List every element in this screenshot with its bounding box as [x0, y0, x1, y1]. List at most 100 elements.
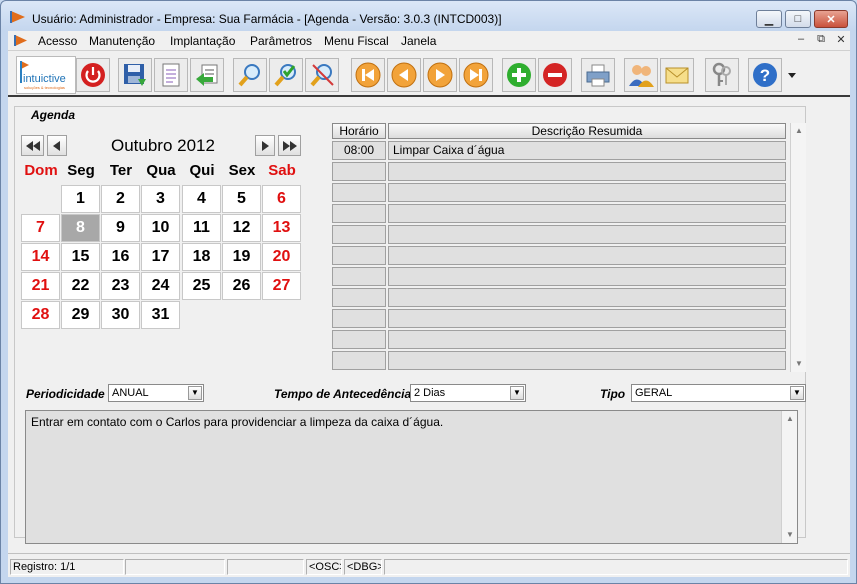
- menu-fiscal[interactable]: Menu Fiscal: [324, 34, 389, 48]
- mdi-minimize-button[interactable]: ‒: [792, 33, 810, 48]
- schedule-time-cell[interactable]: [332, 225, 386, 244]
- periodicidade-select[interactable]: ANUAL ▼: [108, 384, 204, 402]
- calendar-last-button[interactable]: [278, 135, 301, 156]
- notes-textarea[interactable]: Entrar em contato com o Carlos para prov…: [25, 410, 798, 544]
- schedule-time-cell[interactable]: [332, 246, 386, 265]
- title-bar[interactable]: Usuário: Administrador - Empresa: Sua Fa…: [1, 1, 856, 31]
- calendar-day[interactable]: 18: [182, 243, 221, 271]
- calendar-prev-button[interactable]: [47, 135, 67, 156]
- schedule-time-cell[interactable]: [332, 309, 386, 328]
- calendar-first-button[interactable]: [21, 135, 44, 156]
- scroll-down-icon[interactable]: ▼: [782, 527, 798, 543]
- schedule-time-cell[interactable]: [332, 330, 386, 349]
- calendar-day[interactable]: 29: [61, 301, 100, 329]
- schedule-description-cell[interactable]: [388, 351, 786, 370]
- schedule-description-cell[interactable]: [388, 309, 786, 328]
- back-button[interactable]: [190, 58, 224, 92]
- schedule-time-cell[interactable]: [332, 204, 386, 223]
- tipo-select[interactable]: GERAL ▼: [631, 384, 806, 402]
- help-button[interactable]: ?: [748, 58, 782, 92]
- calendar-day[interactable]: 5: [222, 185, 261, 213]
- calendar-day[interactable]: 12: [222, 214, 261, 242]
- schedule-description-cell[interactable]: [388, 288, 786, 307]
- scroll-down-icon[interactable]: ▼: [791, 356, 807, 372]
- calendar-day[interactable]: 9: [101, 214, 140, 242]
- calendar-day[interactable]: 10: [141, 214, 180, 242]
- mdi-close-button[interactable]: ✕: [832, 33, 850, 48]
- mail-button[interactable]: [660, 58, 694, 92]
- minimize-button[interactable]: ▁: [756, 10, 782, 28]
- calendar-day[interactable]: 2: [101, 185, 140, 213]
- schedule-description-cell[interactable]: [388, 204, 786, 223]
- schedule-time-cell[interactable]: [332, 351, 386, 370]
- calendar-day[interactable]: 17: [141, 243, 180, 271]
- calendar-day[interactable]: 25: [182, 272, 221, 300]
- menu-parametros[interactable]: Parâmetros: [250, 34, 312, 48]
- search-button[interactable]: [233, 58, 267, 92]
- antecedencia-select[interactable]: 2 Dias ▼: [410, 384, 526, 402]
- calendar-day[interactable]: 6: [262, 185, 301, 213]
- chevron-down-icon[interactable]: ▼: [510, 386, 524, 400]
- schedule-time-cell[interactable]: [332, 267, 386, 286]
- calendar-day[interactable]: 27: [262, 272, 301, 300]
- print-button[interactable]: [581, 58, 615, 92]
- calendar-day[interactable]: 11: [182, 214, 221, 242]
- calendar-day[interactable]: 31: [141, 301, 180, 329]
- previous-record-button[interactable]: [387, 58, 421, 92]
- calendar-day[interactable]: 14: [21, 243, 60, 271]
- schedule-description-cell[interactable]: [388, 267, 786, 286]
- schedule-time-cell[interactable]: [332, 183, 386, 202]
- column-header-descricao[interactable]: Descrição Resumida: [388, 123, 786, 139]
- schedule-description-cell[interactable]: [388, 330, 786, 349]
- calendar-day[interactable]: 23: [101, 272, 140, 300]
- calendar-day[interactable]: 3: [141, 185, 180, 213]
- keys-button[interactable]: [705, 58, 739, 92]
- schedule-description-cell[interactable]: [388, 183, 786, 202]
- search-clear-button[interactable]: [305, 58, 339, 92]
- schedule-time-cell[interactable]: [332, 162, 386, 181]
- menu-janela[interactable]: Janela: [401, 34, 436, 48]
- calendar-day[interactable]: 13: [262, 214, 301, 242]
- scroll-up-icon[interactable]: ▲: [782, 411, 798, 427]
- delete-button[interactable]: [538, 58, 572, 92]
- schedule-time-cell[interactable]: 08:00: [332, 141, 386, 160]
- notes-scrollbar[interactable]: ▲ ▼: [781, 411, 797, 543]
- calendar-day[interactable]: 7: [21, 214, 60, 242]
- mdi-flag-icon[interactable]: [14, 34, 28, 47]
- menu-implantacao[interactable]: Implantação: [170, 34, 235, 48]
- next-record-button[interactable]: [423, 58, 457, 92]
- menu-acesso[interactable]: Acesso: [38, 34, 77, 48]
- calendar-day[interactable]: 15: [61, 243, 100, 271]
- scroll-up-icon[interactable]: ▲: [791, 123, 807, 139]
- calendar-day[interactable]: 24: [141, 272, 180, 300]
- schedule-description-cell[interactable]: [388, 162, 786, 181]
- calendar-next-button[interactable]: [255, 135, 275, 156]
- calendar-day[interactable]: 8: [61, 214, 100, 242]
- calendar-day[interactable]: 30: [101, 301, 140, 329]
- search-check-button[interactable]: [269, 58, 303, 92]
- schedule-description-cell[interactable]: [388, 246, 786, 265]
- toolbar-overflow-button[interactable]: [784, 58, 800, 92]
- users-button[interactable]: [624, 58, 658, 92]
- schedule-scrollbar[interactable]: ▲ ▼: [790, 123, 806, 372]
- calendar-day[interactable]: 1: [61, 185, 100, 213]
- document-button[interactable]: [154, 58, 188, 92]
- power-button[interactable]: [76, 58, 110, 92]
- first-record-button[interactable]: [351, 58, 385, 92]
- calendar-day[interactable]: 28: [21, 301, 60, 329]
- mdi-restore-button[interactable]: ⧉: [812, 33, 830, 48]
- chevron-down-icon[interactable]: ▼: [188, 386, 202, 400]
- calendar-day[interactable]: 21: [21, 272, 60, 300]
- schedule-time-cell[interactable]: [332, 288, 386, 307]
- add-button[interactable]: [502, 58, 536, 92]
- calendar-day[interactable]: 20: [262, 243, 301, 271]
- maximize-button[interactable]: □: [785, 10, 811, 28]
- menu-manutencao[interactable]: Manutenção: [89, 34, 155, 48]
- calendar-day[interactable]: 22: [61, 272, 100, 300]
- schedule-description-cell[interactable]: [388, 225, 786, 244]
- calendar-day[interactable]: 4: [182, 185, 221, 213]
- close-button[interactable]: ✕: [814, 10, 848, 28]
- save-button[interactable]: [118, 58, 152, 92]
- calendar-day[interactable]: 19: [222, 243, 261, 271]
- column-header-horario[interactable]: Horário: [332, 123, 386, 139]
